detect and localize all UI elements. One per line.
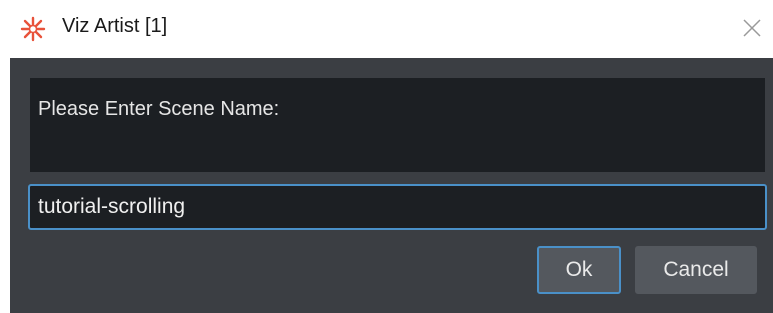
cancel-button[interactable]: Cancel (635, 246, 757, 294)
dialog-window: Viz Artist [1] Please Enter Scene Name: … (0, 0, 773, 313)
ok-button[interactable]: Ok (537, 246, 621, 294)
viz-artist-icon (20, 16, 46, 42)
title-bar: Viz Artist [1] (0, 0, 773, 58)
prompt-label: Please Enter Scene Name: (38, 98, 280, 120)
window-title: Viz Artist [1] (62, 15, 168, 37)
message-panel: Please Enter Scene Name: (30, 78, 765, 172)
scene-name-input[interactable] (28, 184, 767, 230)
close-icon[interactable] (738, 14, 766, 42)
dialog-body: Please Enter Scene Name: Ok Cancel (10, 58, 773, 313)
